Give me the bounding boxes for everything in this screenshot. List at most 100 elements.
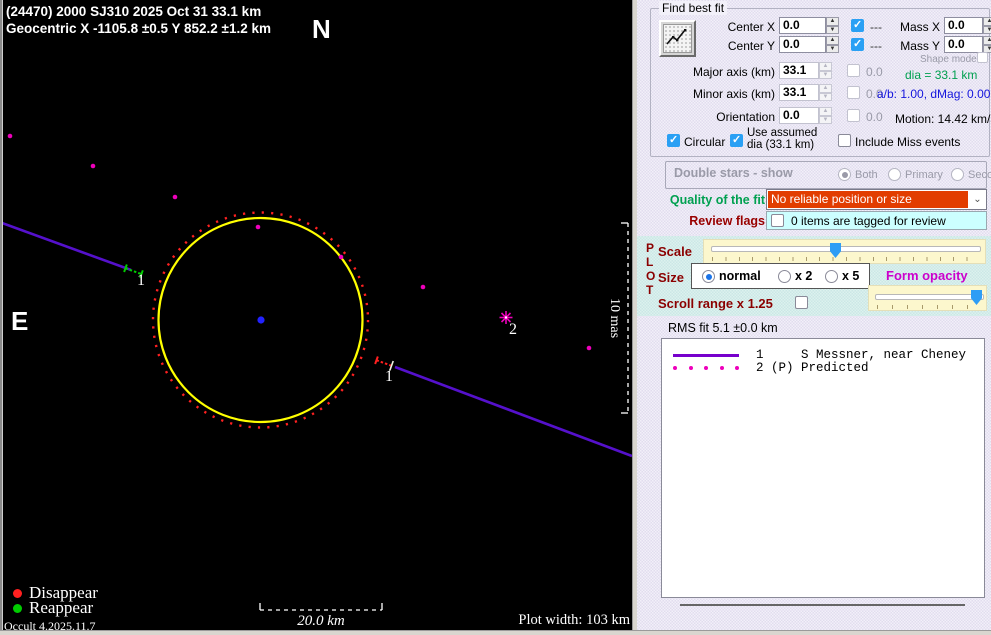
scale-slider-thumb[interactable] bbox=[830, 243, 841, 258]
quality-value: No reliable position or size bbox=[768, 191, 968, 208]
center-x-spinner[interactable]: ▲▼ bbox=[826, 17, 839, 34]
use-assumed-checkbox[interactable] bbox=[730, 134, 743, 147]
chord-listbox[interactable]: 1 S Messner, near Cheney 2 (P) Predicted bbox=[661, 338, 985, 598]
chord1-line-sample bbox=[673, 354, 739, 357]
center-x-input[interactable]: 0.0 bbox=[779, 17, 826, 34]
minor-axis-input[interactable]: 33.1 bbox=[779, 84, 819, 101]
form-opacity-ticks bbox=[877, 305, 981, 309]
scale-slider-ticks bbox=[712, 257, 980, 261]
east-label: E bbox=[11, 306, 28, 337]
plot-subtitle: Geocentric X -1105.8 ±0.5 Y 852.2 ±1.2 k… bbox=[6, 21, 271, 36]
center-y-spinner[interactable]: ▲▼ bbox=[826, 36, 839, 53]
circular-checkbox[interactable] bbox=[667, 134, 680, 147]
review-flags-box: 0 items are tagged for review bbox=[766, 211, 987, 230]
major-axis-checkbox[interactable] bbox=[847, 64, 860, 77]
chord1-left-number: 1 bbox=[137, 272, 145, 290]
find-best-fit-title: Find best fit bbox=[659, 1, 727, 15]
chord2-number: 2 (P) bbox=[756, 361, 794, 375]
size-x5-radio[interactable] bbox=[825, 270, 838, 283]
major-axis-spinner[interactable]: ▲▼ bbox=[819, 62, 832, 79]
review-flags-label: Review flags bbox=[642, 214, 765, 228]
center-y-checkbox[interactable] bbox=[851, 38, 864, 51]
major-axis-input[interactable]: 33.1 bbox=[779, 62, 819, 79]
size-normal-label: normal bbox=[719, 269, 761, 283]
orientation-sigma: 0.0 bbox=[866, 110, 883, 124]
minor-axis-label: Minor axis (km) bbox=[677, 87, 775, 101]
mass-y-input[interactable]: 0.0 bbox=[944, 36, 983, 53]
double-stars-secondary-radio[interactable] bbox=[951, 168, 964, 181]
scroll-range-checkbox[interactable] bbox=[795, 296, 808, 309]
mass-x-spinner[interactable]: ▲▼ bbox=[983, 17, 991, 34]
use-assumed-label-line2: dia (33.1 km) bbox=[747, 139, 814, 151]
orientation-spinner[interactable]: ▲▼ bbox=[819, 107, 832, 124]
major-axis-label: Major axis (km) bbox=[677, 65, 775, 79]
panel-bottom-divider bbox=[680, 604, 965, 606]
window-left-border bbox=[0, 0, 3, 635]
chord1-left-segment[interactable] bbox=[2, 223, 131, 270]
center-x-checkbox[interactable] bbox=[851, 19, 864, 32]
chord1-name: S Messner, near Cheney bbox=[801, 348, 966, 362]
double-stars-primary-label: Primary bbox=[905, 169, 943, 181]
horizontal-scale-label: 20.0 km bbox=[260, 613, 382, 630]
north-label: N bbox=[312, 14, 331, 45]
orientation-checkbox[interactable] bbox=[847, 109, 860, 122]
double-stars-primary-radio[interactable] bbox=[888, 168, 901, 181]
center-y-input[interactable]: 0.0 bbox=[779, 36, 826, 53]
mass-x-input[interactable]: 0.0 bbox=[944, 17, 983, 34]
center-x-dash: --- bbox=[870, 20, 882, 34]
chord-list-row-2[interactable]: 2 (P) Predicted bbox=[662, 361, 984, 375]
circular-label: Circular bbox=[684, 135, 725, 149]
mass-x-label: Mass X bbox=[887, 20, 940, 34]
orientation-label: Orientation bbox=[677, 110, 775, 124]
review-flags-text: 0 items are tagged for review bbox=[791, 214, 946, 228]
rms-fit-text: RMS fit 5.1 ±0.0 km bbox=[668, 321, 778, 335]
double-stars-both-label: Both bbox=[855, 169, 878, 181]
major-axis-sigma: 0.0 bbox=[866, 65, 883, 79]
shape-model-checkbox[interactable] bbox=[977, 52, 988, 63]
form-opacity-thumb[interactable] bbox=[971, 290, 982, 305]
vertical-scale-bar bbox=[621, 223, 628, 413]
scale-label: Scale bbox=[658, 244, 692, 259]
orientation-input[interactable]: 0.0 bbox=[779, 107, 819, 124]
center-x-label: Center X bbox=[677, 20, 775, 34]
chord1-number: 1 bbox=[756, 348, 764, 362]
center-y-label: Center Y bbox=[677, 39, 775, 53]
form-opacity-slider[interactable] bbox=[868, 285, 987, 311]
size-x2-radio[interactable] bbox=[778, 270, 791, 283]
quality-dropdown[interactable]: No reliable position or size ⌄ bbox=[766, 189, 987, 210]
scale-slider-track[interactable] bbox=[711, 246, 981, 252]
form-opacity-track[interactable] bbox=[875, 294, 984, 300]
include-miss-checkbox[interactable] bbox=[838, 134, 851, 147]
horizontal-scale-bar bbox=[260, 603, 382, 610]
reappear-legend-dot bbox=[13, 604, 22, 613]
occult-window: (24470) 2000 SJ310 2025 Oct 31 33.1 km G… bbox=[0, 0, 991, 635]
size-label: Size bbox=[658, 270, 684, 285]
review-flags-checkbox[interactable] bbox=[771, 214, 784, 227]
chord1-right-segment[interactable] bbox=[395, 367, 632, 456]
ab-dmag-text: a/b: 1.00, dMag: 0.00 bbox=[877, 87, 990, 101]
dropdown-arrow-icon[interactable]: ⌄ bbox=[969, 190, 986, 209]
mass-y-spinner[interactable]: ▲▼ bbox=[983, 36, 991, 53]
scale-slider[interactable] bbox=[703, 239, 986, 264]
plot-letter-t: T bbox=[646, 283, 653, 297]
chord1-right-number: 1 bbox=[385, 368, 393, 386]
scroll-range-label: Scroll range x 1.25 bbox=[658, 296, 773, 311]
plot-letter-p: P bbox=[646, 241, 654, 255]
size-normal-radio[interactable] bbox=[702, 270, 715, 283]
minor-axis-checkbox[interactable] bbox=[847, 86, 860, 99]
minor-axis-spinner[interactable]: ▲▼ bbox=[819, 84, 832, 101]
double-stars-group: Double stars - show Both Primary Seconda… bbox=[665, 161, 987, 189]
reappear-legend-label: Reappear bbox=[29, 598, 93, 618]
include-miss-label: Include Miss events bbox=[855, 135, 960, 149]
use-assumed-label-line1: Use assumed bbox=[747, 127, 817, 139]
double-stars-both-radio[interactable] bbox=[838, 168, 851, 181]
plot-canvas[interactable] bbox=[2, 0, 632, 630]
plot-title: (24470) 2000 SJ310 2025 Oct 31 33.1 km bbox=[6, 4, 261, 19]
size-x5-label: x 5 bbox=[842, 269, 859, 283]
size-radio-group: normal x 2 x 5 bbox=[691, 263, 870, 289]
plot-letter-o: O bbox=[646, 269, 655, 283]
plot-width-text: Plot width: 103 km bbox=[490, 612, 630, 629]
chord-list-row-1[interactable]: 1 S Messner, near Cheney bbox=[662, 348, 984, 362]
occultation-plot[interactable]: (24470) 2000 SJ310 2025 Oct 31 33.1 km G… bbox=[2, 0, 632, 630]
mass-y-label: Mass Y bbox=[887, 39, 940, 53]
